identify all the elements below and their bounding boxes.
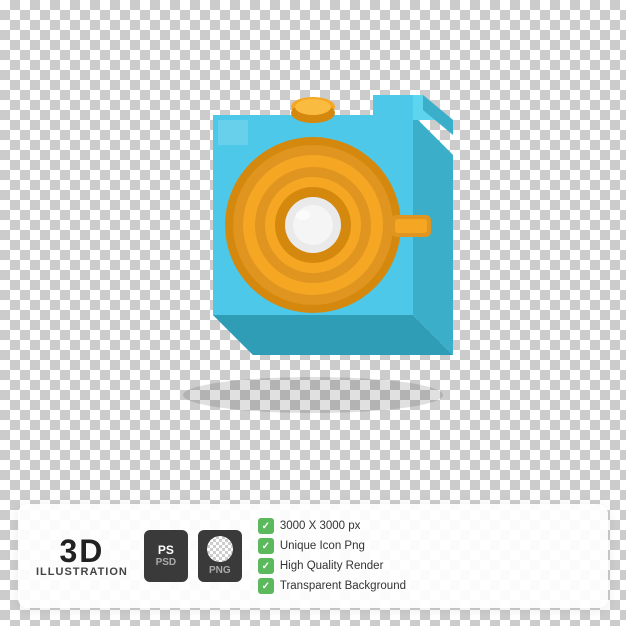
feature-item-0: 3000 X 3000 px [258,518,590,534]
ps-file-icon: PS PSD [144,530,188,582]
camera-bottom-face [213,315,453,355]
ps-label-top: PS [158,544,174,556]
png-label-bottom: PNG [209,566,231,576]
png-preview-checkered [207,536,233,562]
feature-item-2: High Quality Render [258,558,590,574]
camera-shadow [183,377,443,413]
check-icon-0 [258,518,274,534]
check-icon-2 [258,558,274,574]
viewfinder-rect-inner [395,219,427,233]
viewfinder-front [373,95,413,120]
feature-text-3: Transparent Background [280,580,406,592]
feature-item-1: Unique Icon Png [258,538,590,554]
shutter-button-highlight [295,99,331,115]
ps-label-bottom: PSD [156,558,177,568]
lens-highlight [296,210,310,220]
label-3d-illustration: 3D ILLUSTRATION [36,535,128,578]
main-canvas: 3D ILLUSTRATION PS PSD PNG 3000 X 3000 p… [0,0,626,626]
camera-3d-svg [103,35,523,415]
body-highlight-tl [218,120,248,145]
check-icon-3 [258,578,274,594]
check-icon-1 [258,538,274,554]
label-3d: 3D [59,535,104,567]
file-type-icons: PS PSD PNG [144,530,242,582]
feature-text-1: Unique Icon Png [280,540,365,552]
info-card: 3D ILLUSTRATION PS PSD PNG 3000 X 3000 p… [18,504,608,608]
camera-illustration-area [0,0,626,451]
label-illustration: ILLUSTRATION [36,567,128,578]
feature-text-2: High Quality Render [280,560,384,572]
camera-svg-container [103,35,523,415]
feature-checklist: 3000 X 3000 px Unique Icon Png High Qual… [258,518,590,594]
png-file-icon: PNG [198,530,242,582]
feature-item-3: Transparent Background [258,578,590,594]
feature-text-0: 3000 X 3000 px [280,520,361,532]
